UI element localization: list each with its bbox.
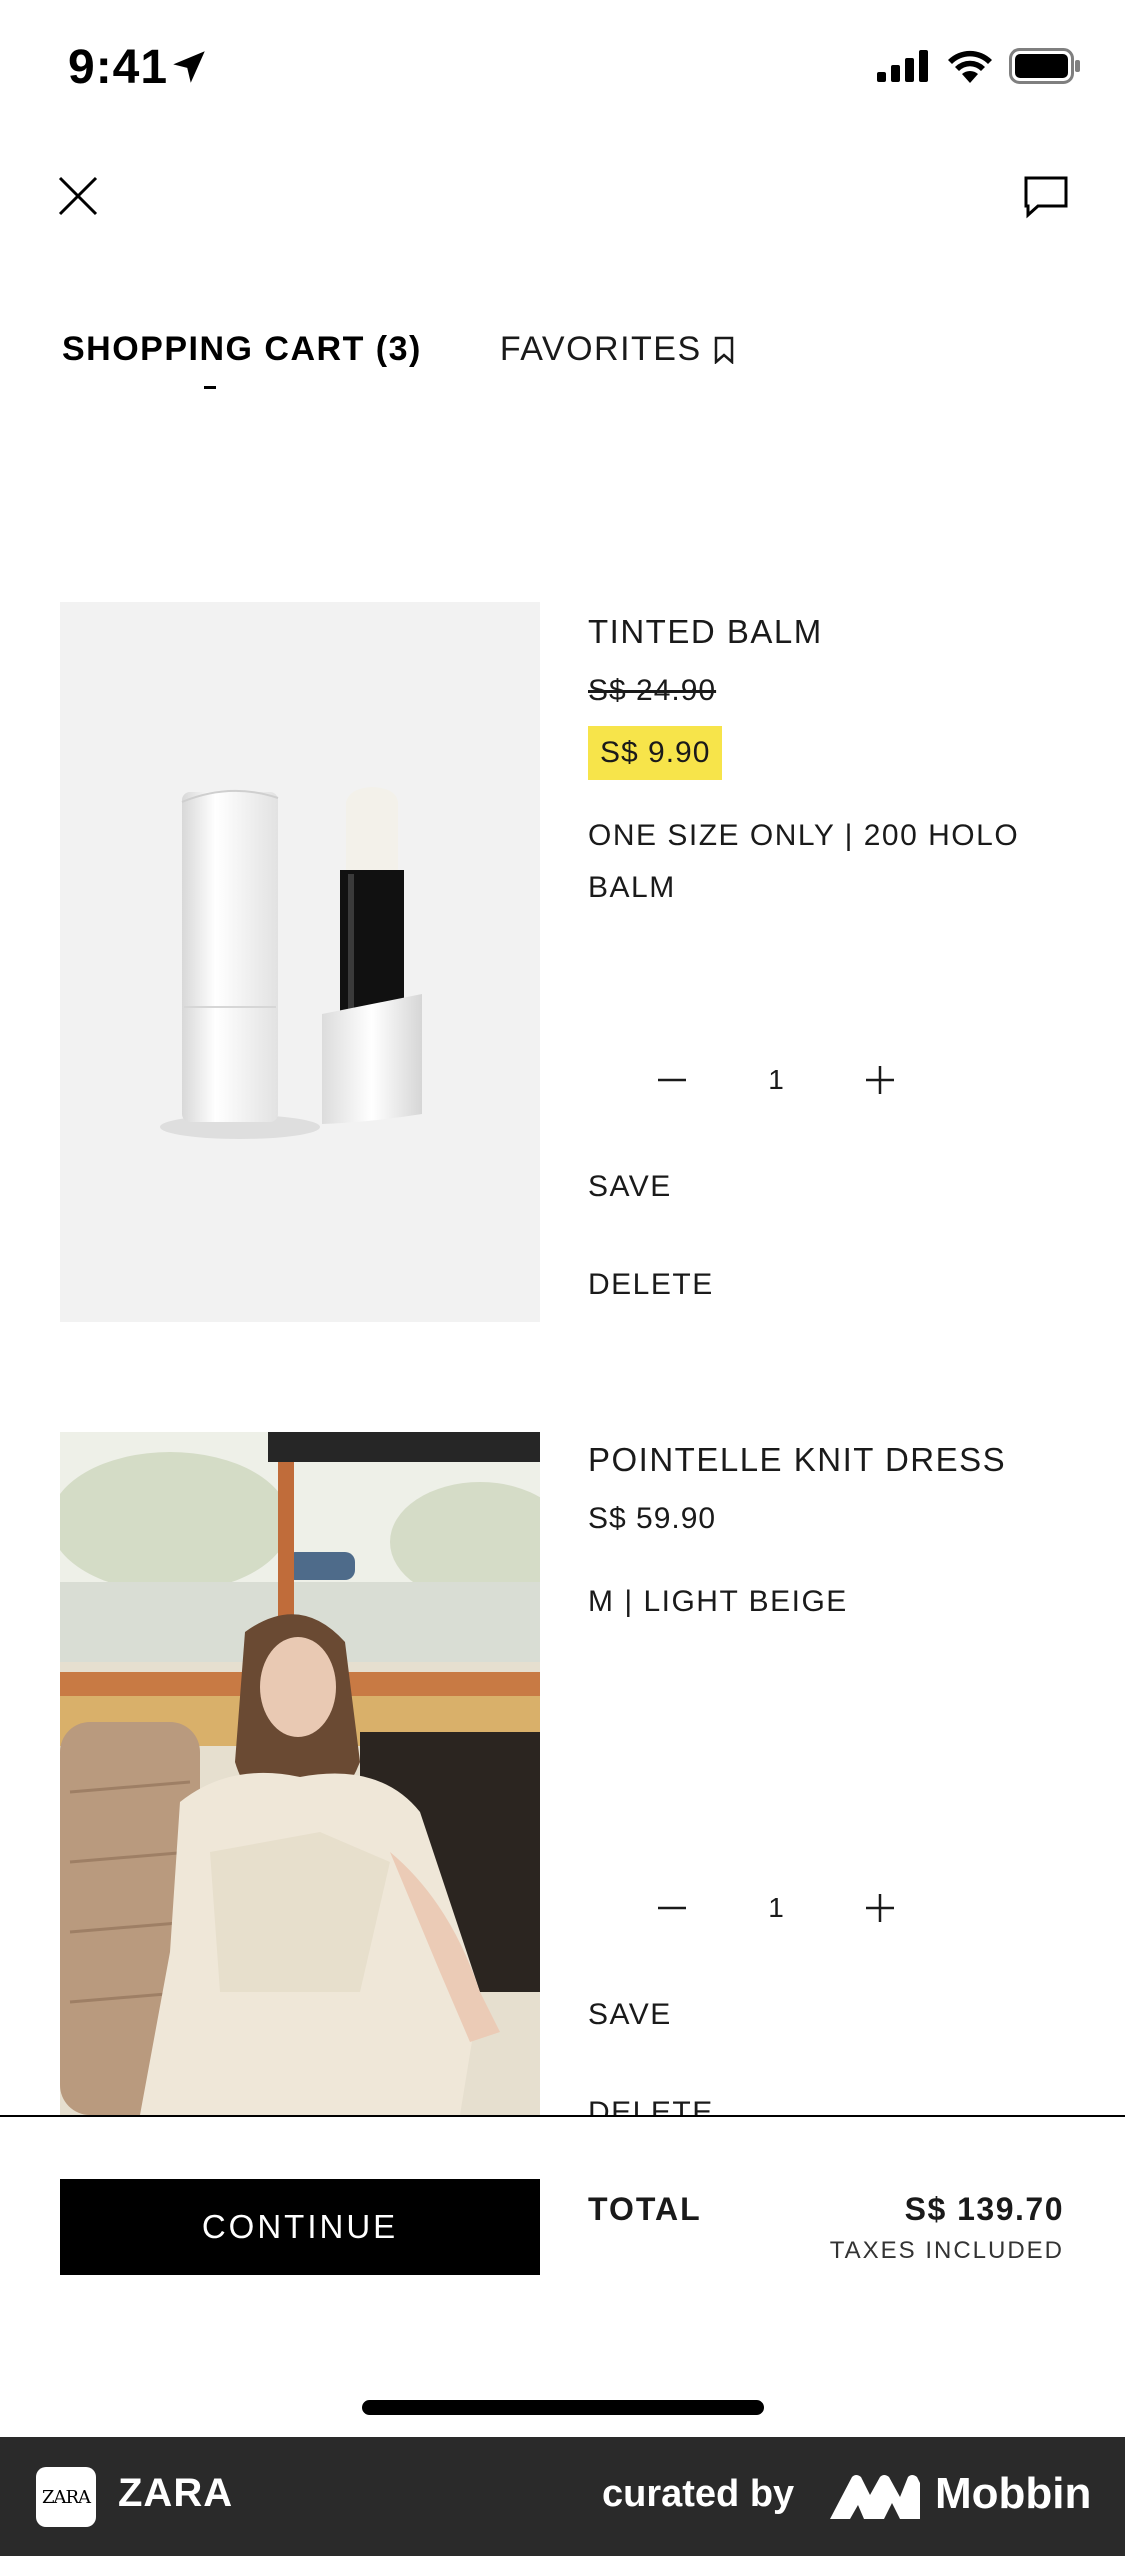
tab-favorites[interactable]: FAVORITES [500, 330, 734, 369]
item-price: S$ 59.90 [588, 1502, 717, 1535]
close-icon[interactable] [54, 172, 102, 220]
taxes-note: TAXES INCLUDED [829, 2237, 1064, 2264]
mobbin-text: Mobbin [935, 2469, 1092, 2518]
minus-icon [658, 1906, 686, 1910]
quantity-value: 1 [768, 1892, 784, 1923]
active-tab-indicator [204, 386, 216, 389]
tab-favorites-label: FAVORITES [499, 330, 702, 368]
tab-shopping-cart[interactable]: SHOPPING CART (3) [62, 330, 422, 369]
continue-button[interactable]: CONTINUE [60, 2179, 540, 2275]
plus-icon [866, 1066, 894, 1094]
location-arrow-icon [173, 51, 205, 83]
plus-icon [866, 1894, 894, 1922]
delete-button[interactable]: DELETE [588, 2096, 714, 2115]
decrease-quantity-button[interactable] [648, 1056, 696, 1104]
curated-by-text: curated by [602, 2473, 795, 2515]
minus-icon [658, 1078, 686, 1082]
cellular-signal-icon [877, 50, 928, 82]
checkout-footer: CONTINUE TOTAL S$ 139.70 TAXES INCLUDED [0, 2115, 1125, 2437]
quantity-value: 1 [768, 1064, 784, 1095]
increase-quantity-button[interactable] [856, 1884, 904, 1932]
product-image-pointelle-knit-dress[interactable] [60, 1432, 540, 2115]
total-label: TOTAL [588, 2191, 702, 2227]
item-sale-price: S$ 9.90 [588, 726, 723, 780]
app-name: ZARA [118, 2471, 234, 2515]
quantity-stepper: 1 [648, 1884, 904, 1932]
cart-tabs: SHOPPING CART (3) FAVORITES [62, 330, 734, 369]
dress-photo [60, 1432, 540, 2115]
tab-shopping-cart-label: SHOPPING CART (3) [62, 330, 422, 368]
item-original-price: S$ 24.90 [588, 674, 717, 707]
cart-item: POINTELLE KNIT DRESS S$ 59.90 M | LIGHT … [60, 1432, 1070, 2115]
zara-logo: ZARA [36, 2467, 96, 2527]
home-indicator [362, 2400, 764, 2415]
item-variant: M | LIGHT BEIGE [588, 1585, 848, 1618]
brand-bar: ZARA ZARA curated by Mobbin [0, 2437, 1125, 2556]
delete-button[interactable]: DELETE [588, 1268, 714, 1302]
wifi-icon [948, 50, 992, 83]
product-image-tinted-balm[interactable] [60, 602, 540, 1322]
save-button[interactable]: SAVE [588, 1998, 672, 2032]
battery-icon [1009, 48, 1080, 84]
status-icons [877, 48, 1081, 84]
increase-quantity-button[interactable] [856, 1056, 904, 1104]
save-button[interactable]: SAVE [588, 1170, 672, 1204]
item-details: POINTELLE KNIT DRESS S$ 59.90 M | LIGHT … [588, 1440, 1068, 1628]
total-value: S$ 139.70 [904, 2191, 1064, 2227]
bookmark-icon [714, 336, 733, 364]
lipstick-illustration [160, 787, 422, 1139]
item-details: TINTED BALM S$ 24.90 S$ 9.90 ONE SIZE ON… [588, 612, 1068, 914]
item-variant: ONE SIZE ONLY | 200 HOLO BALM [588, 819, 1020, 904]
item-name[interactable]: POINTELLE KNIT DRESS [588, 1440, 1068, 1480]
mobbin-logo-icon [830, 2475, 920, 2519]
status-bar: 9:41 [0, 0, 1125, 140]
item-name[interactable]: TINTED BALM [588, 612, 1068, 652]
status-time: 9:41 [68, 41, 169, 94]
decrease-quantity-button[interactable] [648, 1884, 696, 1932]
chat-icon[interactable] [1022, 172, 1070, 220]
cart-item: TINTED BALM S$ 24.90 S$ 9.90 ONE SIZE ON… [60, 602, 1070, 1342]
quantity-stepper: 1 [648, 1056, 904, 1104]
